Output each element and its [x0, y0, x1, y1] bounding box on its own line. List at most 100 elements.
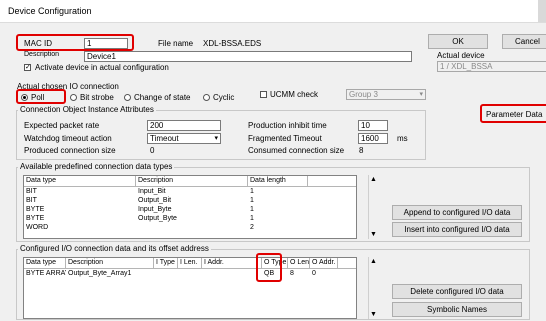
column-header[interactable]: Description: [66, 258, 154, 268]
actual-device-label: Actual device: [437, 51, 485, 60]
cell-data-length: 1: [250, 206, 254, 213]
available-scrollbar[interactable]: ▲ ▼: [368, 175, 378, 239]
cell-data-type: BYTE: [26, 206, 45, 213]
configured-scrollbar[interactable]: ▲ ▼: [368, 257, 378, 319]
cell-data-length: 1: [250, 215, 254, 222]
cancel-button[interactable]: Cancel: [502, 34, 546, 49]
column-header[interactable]: I Len.: [178, 258, 202, 268]
cell-description: Output_Bit: [138, 197, 172, 204]
watchdog-value: Timeout: [150, 134, 179, 143]
scroll-down-icon[interactable]: ▼: [369, 230, 378, 239]
description-field[interactable]: Device1: [84, 51, 412, 62]
attributes-legend: Connection Object Instance Attributes: [18, 105, 156, 114]
activate-device-checkbox[interactable]: ✓: [24, 64, 31, 71]
description-label: Description: [24, 51, 60, 58]
parameter-data-button[interactable]: Parameter Data: [486, 110, 542, 119]
list-item[interactable]: BYTE Output_Byte 1: [24, 214, 356, 223]
actual-device-value: 1 / XDL_BSSA: [440, 62, 493, 71]
symbolic-names-button[interactable]: Symbolic Names: [392, 302, 522, 317]
table-row[interactable]: BYTE ARRAY Output_Byte_Array1 QB 8 0: [24, 269, 356, 278]
scroll-up-icon[interactable]: ▲: [369, 175, 378, 184]
column-header[interactable]: Description: [136, 176, 248, 186]
ok-button[interactable]: OK: [428, 34, 488, 49]
radio-poll-label: Poll: [31, 93, 45, 102]
title-bar: Device Configuration: [0, 0, 546, 23]
append-button[interactable]: Append to configured I/O data: [392, 205, 522, 220]
cell-description: Input_Bit: [138, 188, 166, 195]
ucmm-label: UCMM check: [270, 90, 319, 99]
list-item[interactable]: WORD 2: [24, 223, 356, 232]
configured-list-header: Data type Description I Type I Len. I Ad…: [24, 258, 356, 269]
window-title: Device Configuration: [8, 6, 92, 16]
cell-description: [136, 223, 248, 232]
chevron-down-icon: ▾: [214, 135, 218, 142]
ucmm-group-select[interactable]: Group 3 ▾: [346, 89, 426, 100]
scroll-up-icon[interactable]: ▲: [369, 257, 378, 266]
column-header[interactable]: Data type: [24, 258, 66, 268]
radio-bit-strobe[interactable]: Bit strobe: [70, 93, 114, 102]
cell-i-addr: [202, 269, 262, 278]
radio-poll-indicator[interactable]: [21, 94, 28, 101]
list-item[interactable]: BIT Input_Bit 1: [24, 187, 356, 196]
watchdog-label: Watchdog timeout action: [24, 134, 112, 143]
cell-i-type: [154, 269, 178, 278]
radio-bit-strobe-label: Bit strobe: [80, 93, 114, 102]
activate-device-row[interactable]: ✓ Activate device in actual configuratio…: [24, 63, 169, 72]
available-list[interactable]: Data type Description Data length BIT In…: [23, 175, 357, 239]
radio-change-of-state[interactable]: Change of state: [124, 93, 190, 102]
radio-cyclic[interactable]: Cyclic: [203, 93, 234, 102]
consumed-size-value: 8: [359, 146, 364, 155]
fragmented-label: Fragmented Timeout: [248, 134, 322, 143]
radio-cyclic-label: Cyclic: [213, 93, 235, 102]
cell-data-type: WORD: [26, 224, 49, 231]
radio-poll[interactable]: Poll: [21, 93, 44, 102]
column-header[interactable]: I Type: [154, 258, 178, 268]
configured-list[interactable]: Data type Description I Type I Len. I Ad…: [23, 257, 357, 319]
insert-button[interactable]: Insert into configured I/O data: [392, 222, 522, 237]
ucmm-checkbox[interactable]: [260, 91, 267, 98]
fragmented-field[interactable]: 1600: [358, 133, 388, 144]
cell-data-type: BIT: [26, 197, 37, 204]
radio-bit-strobe-indicator[interactable]: [70, 94, 77, 101]
ucmm-group-value: Group 3: [349, 90, 378, 99]
cell-data-type: BYTE ARRAY: [26, 270, 66, 277]
o-len-highlight: [256, 253, 282, 282]
cell-i-len: [178, 269, 202, 278]
produced-size-label: Produced connection size: [24, 146, 116, 155]
column-header[interactable]: Data length: [248, 176, 308, 186]
cell-o-len: 8: [290, 270, 294, 277]
radio-change-of-state-indicator[interactable]: [124, 94, 131, 101]
column-header[interactable]: O Addr.: [310, 258, 338, 268]
activate-device-label: Activate device in actual configuration: [35, 63, 169, 72]
file-name-value: XDL-BSSA.EDS: [203, 39, 262, 48]
column-header[interactable]: I Addr.: [202, 258, 262, 268]
available-legend: Available predefined connection data typ…: [18, 162, 175, 171]
ucmm-check[interactable]: UCMM check: [260, 90, 318, 99]
cell-description: Output_Byte: [138, 215, 177, 222]
window-control[interactable]: [538, 0, 546, 22]
cell-data-length: 2: [250, 224, 254, 231]
watchdog-select[interactable]: Timeout ▾: [147, 133, 221, 144]
actual-device-select[interactable]: 1 / XDL_BSSA: [437, 61, 546, 72]
cell-data-length: 1: [250, 197, 254, 204]
radio-cyclic-indicator[interactable]: [203, 94, 210, 101]
expected-rate-label: Expected packet rate: [24, 121, 100, 130]
delete-button[interactable]: Delete configured I/O data: [392, 284, 522, 299]
column-header[interactable]: Data type: [24, 176, 136, 186]
scroll-down-icon[interactable]: ▼: [369, 310, 378, 319]
cell-data-type: BYTE: [26, 215, 45, 222]
radio-change-of-state-label: Change of state: [134, 93, 191, 102]
column-header[interactable]: O Len.: [288, 258, 310, 268]
production-inhibit-label: Production inhibit time: [248, 121, 327, 130]
list-item[interactable]: BIT Output_Bit 1: [24, 196, 356, 205]
produced-size-value: 0: [150, 146, 155, 155]
production-inhibit-field[interactable]: 10: [358, 120, 388, 131]
list-item[interactable]: BYTE Input_Byte 1: [24, 205, 356, 214]
chevron-down-icon: ▾: [419, 91, 423, 98]
cell-description: Input_Byte: [138, 206, 172, 213]
cell-description: Output_Byte_Array1: [68, 270, 132, 277]
mac-id-field[interactable]: 1: [84, 38, 128, 49]
consumed-size-label: Consumed connection size: [248, 146, 345, 155]
file-name-label: File name: [158, 39, 194, 48]
expected-rate-field[interactable]: 200: [147, 120, 221, 131]
